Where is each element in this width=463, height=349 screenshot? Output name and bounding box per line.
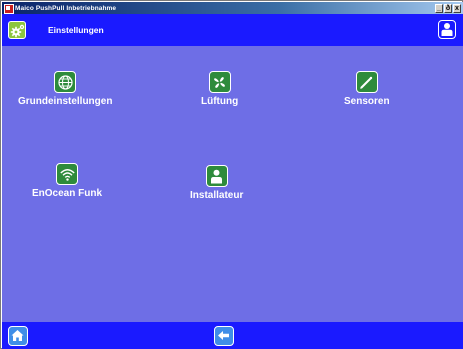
maximize-button[interactable]: ð (444, 3, 452, 13)
tile-label: Installateur (190, 190, 244, 201)
tile-label: Sensoren (344, 96, 390, 107)
window-title: Maico PushPull Inbetriebnahme (15, 4, 117, 12)
footer-bar (2, 322, 463, 349)
installer-icon (211, 169, 223, 183)
tile-icon-box (205, 165, 228, 187)
home-button[interactable] (8, 326, 28, 346)
window-title-bar[interactable]: Maico PushPull Inbetriebnahme _ ð x (2, 2, 463, 14)
window-controls: _ ð x (435, 3, 463, 13)
app-window: Maico PushPull Inbetriebnahme _ ð x Eins… (0, 0, 463, 349)
page-title: Einstellungen (48, 25, 104, 35)
tile-label: EnOcean Funk (32, 188, 103, 199)
globe-icon (58, 74, 73, 90)
tile-installateur[interactable]: Installateur (190, 165, 243, 201)
tile-icon-box (54, 71, 77, 93)
probe-icon (360, 76, 373, 89)
tile-sensoren[interactable]: Sensoren (344, 71, 390, 107)
user-icon (441, 23, 453, 36)
tile-lueftung[interactable]: Lüftung (201, 71, 238, 107)
minimize-button[interactable]: _ (435, 3, 443, 13)
app-icon (4, 4, 14, 14)
user-button[interactable] (438, 20, 456, 39)
arrow-left-icon (218, 331, 229, 340)
tile-enocean-funk[interactable]: EnOcean Funk (32, 163, 102, 199)
tile-icon-box (56, 163, 78, 185)
gears-icon (10, 24, 25, 38)
wireless-icon (59, 168, 75, 181)
fan-icon (214, 76, 225, 88)
tile-grundeinstellungen[interactable]: Grundeinstellungen (18, 71, 112, 107)
back-button[interactable] (214, 326, 234, 346)
tile-icon-box (355, 71, 378, 93)
home-icon (11, 330, 24, 341)
settings-menu: Grundeinstellungen Lüftung Sensoren EnOc… (2, 46, 463, 322)
tile-label: Lüftung (201, 96, 239, 107)
tile-label: Grundeinstellungen (18, 96, 113, 107)
close-button[interactable]: x (453, 3, 461, 13)
tile-icon-box (208, 71, 231, 93)
header-bar: Einstellungen (2, 14, 463, 46)
settings-button[interactable] (8, 21, 26, 39)
